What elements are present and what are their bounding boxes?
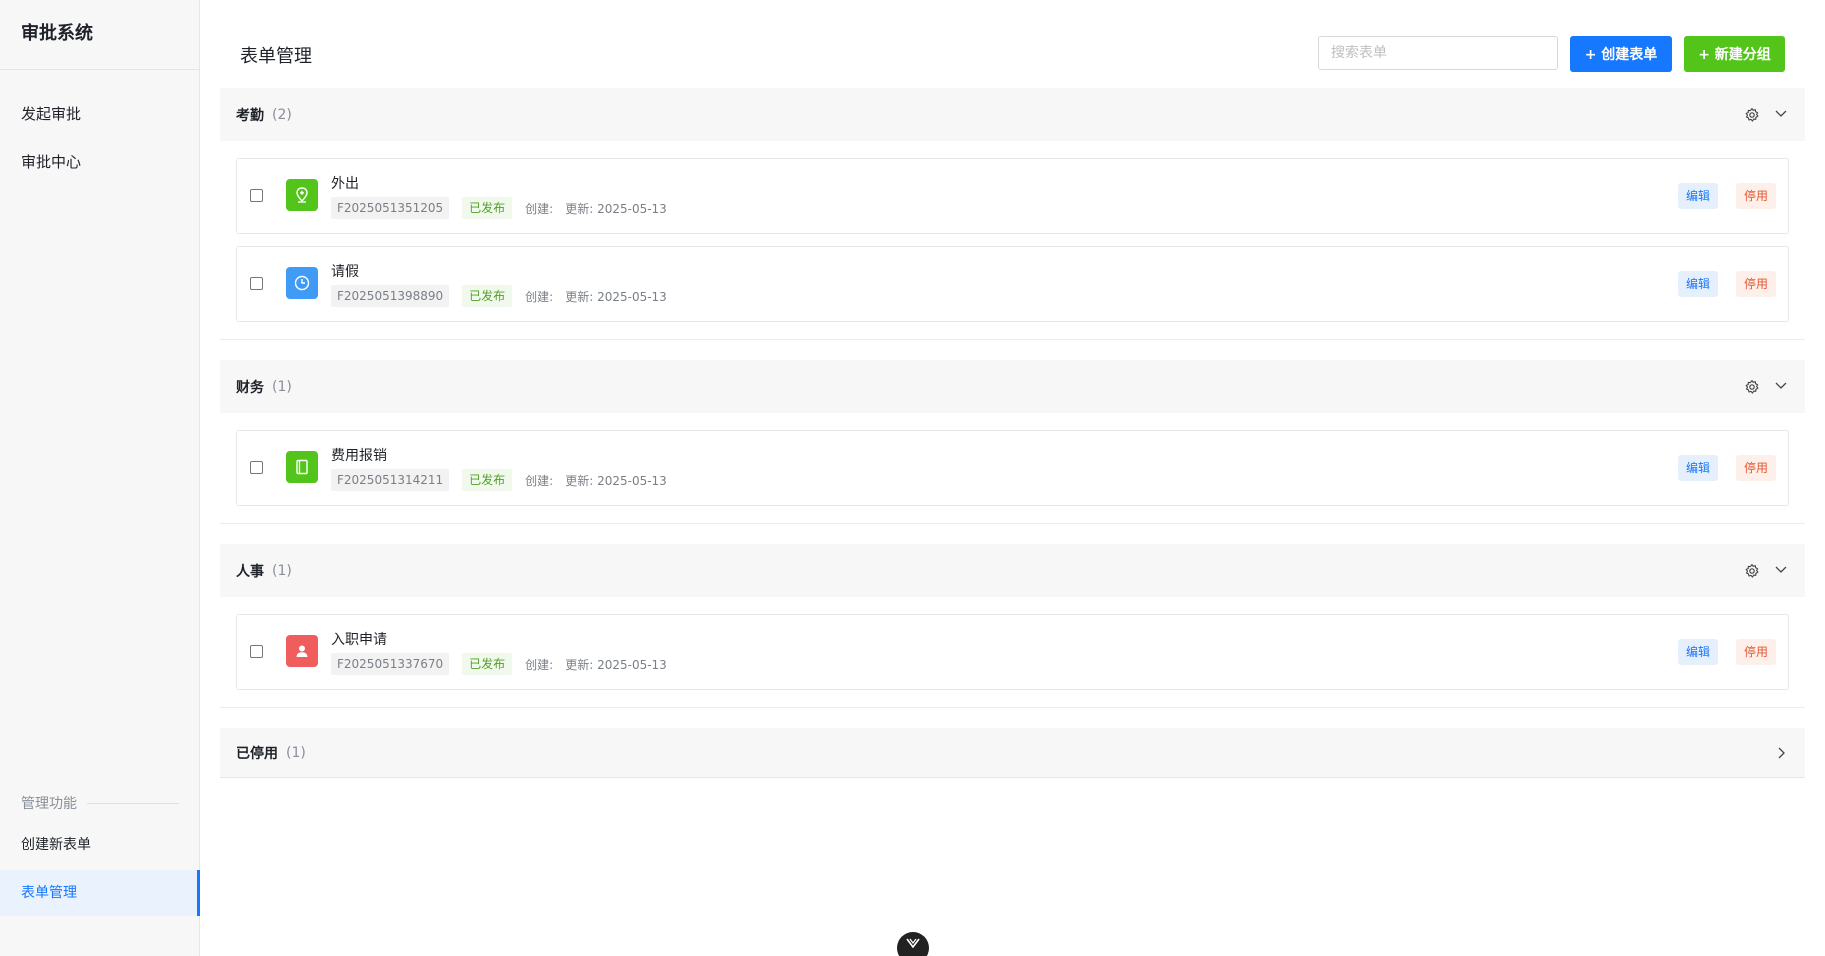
sidebar-item-form-management[interactable]: 表单管理: [0, 870, 200, 916]
sidebar-item-create-form[interactable]: 创建新表单: [0, 825, 200, 865]
form-code: F2025051398890: [331, 285, 450, 307]
clock-icon: [286, 267, 318, 299]
chevron-down-icon[interactable]: [1773, 561, 1789, 577]
form-name[interactable]: 费用报销: [331, 445, 387, 465]
sidebar-section-label: 管理功能: [21, 796, 77, 812]
form-group: 考勤 (2) 外出 F2025051351205 已发布 创建: 更新: 202…: [220, 88, 1805, 340]
create-form-button[interactable]: + 创建表单: [1570, 36, 1672, 72]
sidebar-section-admin: 管理功能: [21, 793, 179, 813]
group-count: (1): [286, 744, 306, 761]
app-title: 审批系统: [0, 0, 199, 70]
form-meta: F2025051337670 已发布 创建: 更新: 2025-05-13: [331, 653, 667, 675]
gear-icon[interactable]: [1744, 379, 1760, 395]
section-divider: [87, 802, 179, 804]
page-title: 表单管理: [240, 46, 312, 67]
created-label: 创建:: [525, 201, 554, 216]
sidebar-item-start-approval[interactable]: 发起审批: [0, 94, 200, 134]
row-checkbox[interactable]: [250, 189, 263, 202]
vue-logo-icon: [906, 938, 920, 948]
chevron-down-icon[interactable]: [1773, 105, 1789, 121]
disable-button[interactable]: 停用: [1735, 271, 1776, 297]
form-row: 请假 F2025051398890 已发布 创建: 更新: 2025-05-13…: [236, 246, 1789, 322]
new-group-button[interactable]: + 新建分组: [1684, 36, 1785, 72]
main-content: 表单管理 + 创建表单 + 新建分组 考勤 (2): [200, 0, 1825, 956]
disabled-group-header[interactable]: 已停用 (1): [220, 728, 1805, 778]
created-label: 创建:: [525, 289, 554, 304]
updated-date: 更新: 2025-05-13: [565, 201, 667, 216]
gear-icon[interactable]: [1744, 107, 1760, 123]
status-badge: 已发布: [462, 285, 513, 307]
updated-date: 更新: 2025-05-13: [565, 473, 667, 488]
group-header[interactable]: 财务 (1): [220, 360, 1805, 413]
book-icon: [286, 451, 318, 483]
row-checkbox[interactable]: [250, 461, 263, 474]
chevron-right-icon[interactable]: [1773, 745, 1789, 761]
gear-icon[interactable]: [1744, 563, 1760, 579]
sidebar-item-approval-center[interactable]: 审批中心: [0, 142, 200, 182]
updated-date: 更新: 2025-05-13: [565, 657, 667, 672]
edit-button[interactable]: 编辑: [1677, 183, 1718, 209]
group-count: (2): [272, 106, 292, 123]
form-group: 人事 (1) 入职申请 F2025051337670 已发布 创建: 更新: 2…: [220, 544, 1805, 708]
disable-button[interactable]: 停用: [1735, 183, 1776, 209]
chevron-down-icon[interactable]: [1773, 377, 1789, 393]
form-row: 入职申请 F2025051337670 已发布 创建: 更新: 2025-05-…: [236, 614, 1789, 690]
form-row: 外出 F2025051351205 已发布 创建: 更新: 2025-05-13…: [236, 158, 1789, 234]
row-checkbox[interactable]: [250, 277, 263, 290]
row-checkbox[interactable]: [250, 645, 263, 658]
status-badge: 已发布: [462, 653, 513, 675]
created-label: 创建:: [525, 657, 554, 672]
location-icon: [286, 179, 318, 211]
form-group-list: 考勤 (2) 外出 F2025051351205 已发布 创建: 更新: 202…: [220, 88, 1805, 778]
group-body: 入职申请 F2025051337670 已发布 创建: 更新: 2025-05-…: [220, 597, 1805, 707]
form-name[interactable]: 外出: [331, 173, 359, 193]
group-header[interactable]: 考勤 (2): [220, 88, 1805, 141]
sidebar: 审批系统 发起审批 审批中心 管理功能 创建新表单 表单管理: [0, 0, 200, 956]
form-code: F2025051337670: [331, 653, 450, 675]
form-name[interactable]: 请假: [331, 261, 359, 281]
app-root: 审批系统 发起审批 审批中心 管理功能 创建新表单 表单管理 表单管理 + 创建…: [0, 0, 1825, 956]
form-group: 财务 (1) 费用报销 F2025051314211 已发布 创建: 更新: 2…: [220, 360, 1805, 524]
group-count: (1): [272, 378, 292, 395]
edit-button[interactable]: 编辑: [1677, 455, 1718, 481]
disable-button[interactable]: 停用: [1735, 639, 1776, 665]
group-count: (1): [272, 562, 292, 579]
status-badge: 已发布: [462, 469, 513, 491]
form-code: F2025051314211: [331, 469, 450, 491]
group-body: 费用报销 F2025051314211 已发布 创建: 更新: 2025-05-…: [220, 413, 1805, 523]
edit-button[interactable]: 编辑: [1677, 639, 1718, 665]
form-meta: F2025051398890 已发布 创建: 更新: 2025-05-13: [331, 285, 667, 307]
group-header[interactable]: 人事 (1): [220, 544, 1805, 597]
group-name: 已停用: [236, 745, 278, 762]
form-name[interactable]: 入职申请: [331, 629, 387, 649]
user-icon: [286, 635, 318, 667]
group-body: 外出 F2025051351205 已发布 创建: 更新: 2025-05-13…: [220, 141, 1805, 339]
form-meta: F2025051351205 已发布 创建: 更新: 2025-05-13: [331, 197, 667, 219]
disable-button[interactable]: 停用: [1735, 455, 1776, 481]
form-meta: F2025051314211 已发布 创建: 更新: 2025-05-13: [331, 469, 667, 491]
edit-button[interactable]: 编辑: [1677, 271, 1718, 297]
search-input[interactable]: [1318, 36, 1558, 70]
group-name: 人事: [236, 563, 264, 580]
group-name: 财务: [236, 379, 264, 396]
group-name: 考勤: [236, 107, 264, 124]
status-badge: 已发布: [462, 197, 513, 219]
floating-toggle-button[interactable]: [897, 932, 929, 956]
updated-date: 更新: 2025-05-13: [565, 289, 667, 304]
form-row: 费用报销 F2025051314211 已发布 创建: 更新: 2025-05-…: [236, 430, 1789, 506]
created-label: 创建:: [525, 473, 554, 488]
form-code: F2025051351205: [331, 197, 450, 219]
